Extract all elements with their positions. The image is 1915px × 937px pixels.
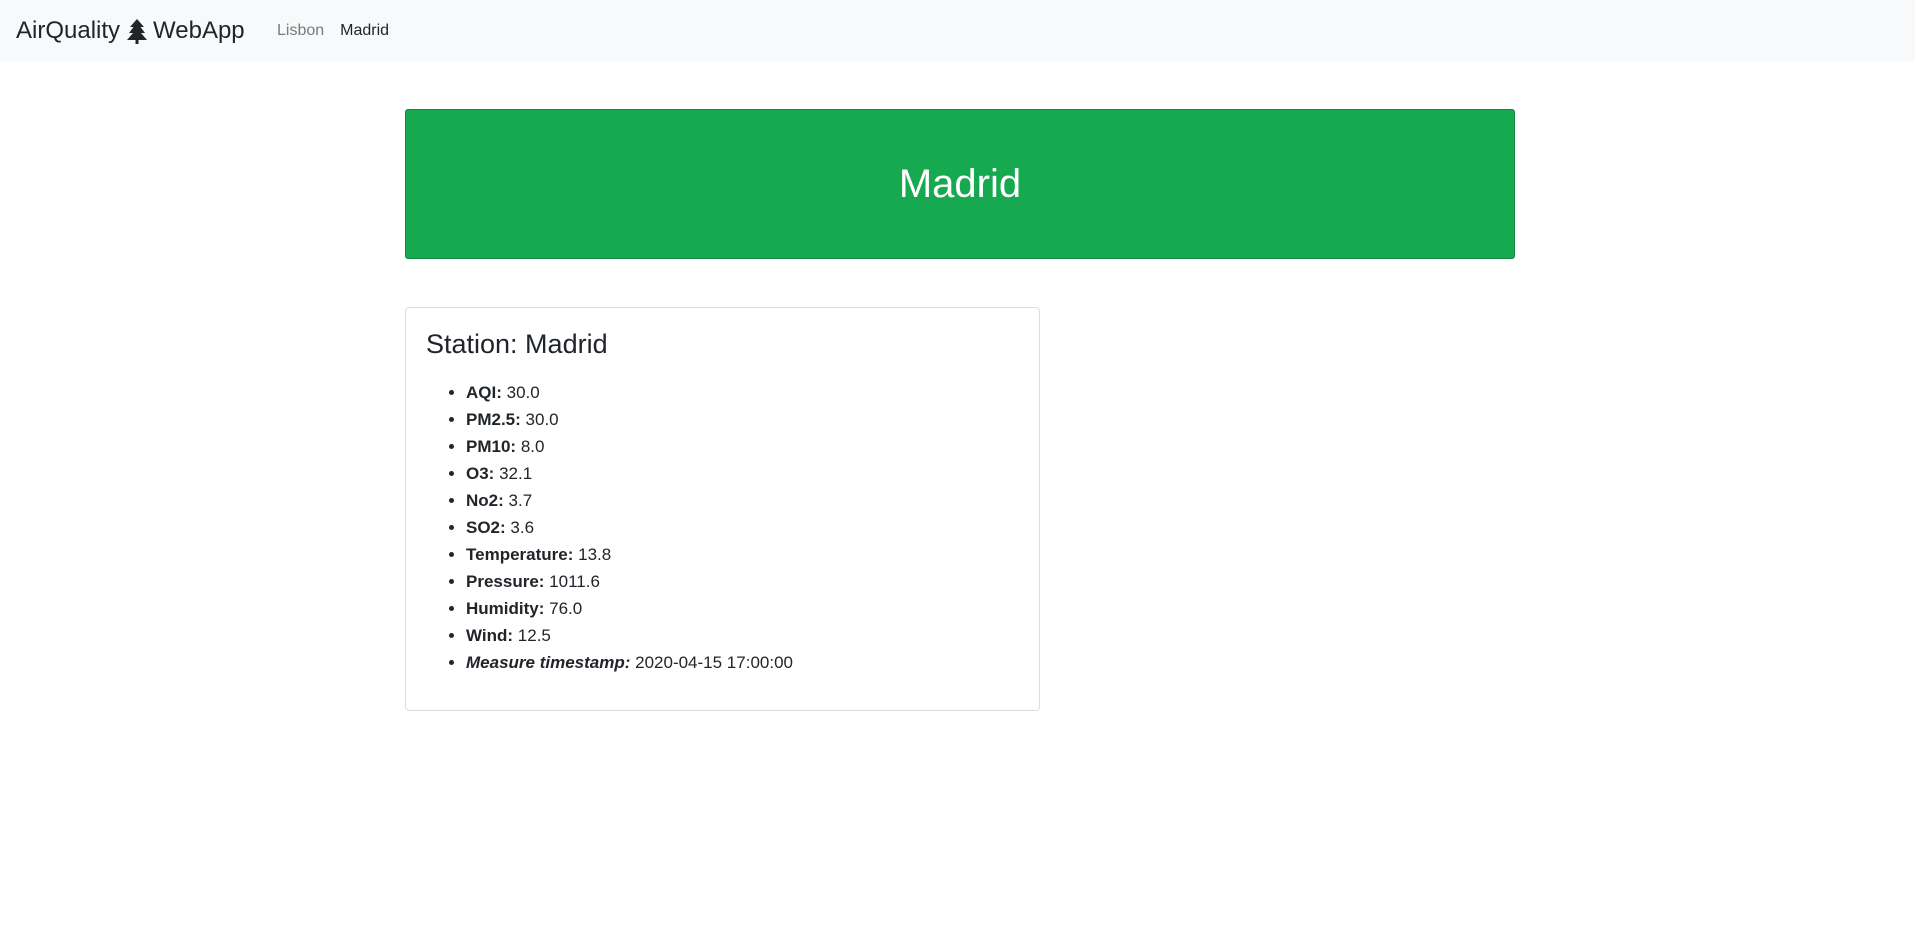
item-value: 3.6 — [510, 518, 535, 537]
item-value: 32.1 — [499, 464, 533, 483]
brand-text-right: WebApp — [153, 16, 245, 44]
item-value: 30.0 — [506, 383, 540, 402]
item-label: PM10: — [466, 437, 517, 456]
city-banner-title: Madrid — [898, 161, 1022, 206]
navbar: AirQuality WebApp Lisbon Madrid — [0, 0, 1915, 61]
item-value: 12.5 — [517, 626, 551, 645]
station-title: Station: Madrid — [426, 329, 608, 359]
station-card: Station: Madrid AQI: 30.0 PM2.5: 30.0 PM… — [405, 307, 1040, 711]
item-value: 2020-04-15 17:00:00 — [635, 653, 793, 672]
item-label: PM2.5: — [466, 410, 521, 429]
item-label: Temperature: — [466, 545, 574, 564]
item-value: 1011.6 — [549, 572, 600, 591]
item-label: Measure timestamp: — [466, 653, 631, 672]
list-item-pm25: PM2.5: 30.0 — [466, 406, 793, 433]
list-item-humidity: Humidity: 76.0 — [466, 595, 793, 622]
list-item-aqi: AQI: 30.0 — [466, 379, 793, 406]
item-value: 3.7 — [508, 491, 533, 510]
nav-link-lisbon[interactable]: Lisbon — [277, 22, 324, 40]
list-item-pm10: PM10: 8.0 — [466, 433, 793, 460]
brand-link[interactable]: AirQuality WebApp — [16, 0, 245, 61]
item-value: 8.0 — [520, 437, 545, 456]
city-banner: Madrid — [405, 109, 1515, 259]
list-item-temperature: Temperature: 13.8 — [466, 541, 793, 568]
station-measurements-list: AQI: 30.0 PM2.5: 30.0 PM10: 8.0 O3: 32.1… — [406, 379, 793, 676]
brand-text-left: AirQuality — [16, 16, 121, 44]
list-item-timestamp: Measure timestamp: 2020-04-15 17:00:00 — [466, 649, 793, 676]
nav-links: Lisbon Madrid — [277, 0, 389, 61]
tree-icon — [127, 18, 148, 44]
list-item-o3: O3: 32.1 — [466, 460, 793, 487]
item-label: SO2: — [466, 518, 506, 537]
nav-link-madrid[interactable]: Madrid — [340, 22, 389, 40]
item-label: AQI: — [466, 383, 502, 402]
list-item-wind: Wind: 12.5 — [466, 622, 793, 649]
list-item-so2: SO2: 3.6 — [466, 514, 793, 541]
list-item-pressure: Pressure: 1011.6 — [466, 568, 793, 595]
item-label: Humidity: — [466, 599, 545, 618]
item-label: O3: — [466, 464, 495, 483]
item-label: No2: — [466, 491, 504, 510]
item-value: 13.8 — [578, 545, 612, 564]
list-item-no2: No2: 3.7 — [466, 487, 793, 514]
item-value: 76.0 — [549, 599, 583, 618]
item-value: 30.0 — [525, 410, 559, 429]
item-label: Pressure: — [466, 572, 545, 591]
item-label: Wind: — [466, 626, 514, 645]
